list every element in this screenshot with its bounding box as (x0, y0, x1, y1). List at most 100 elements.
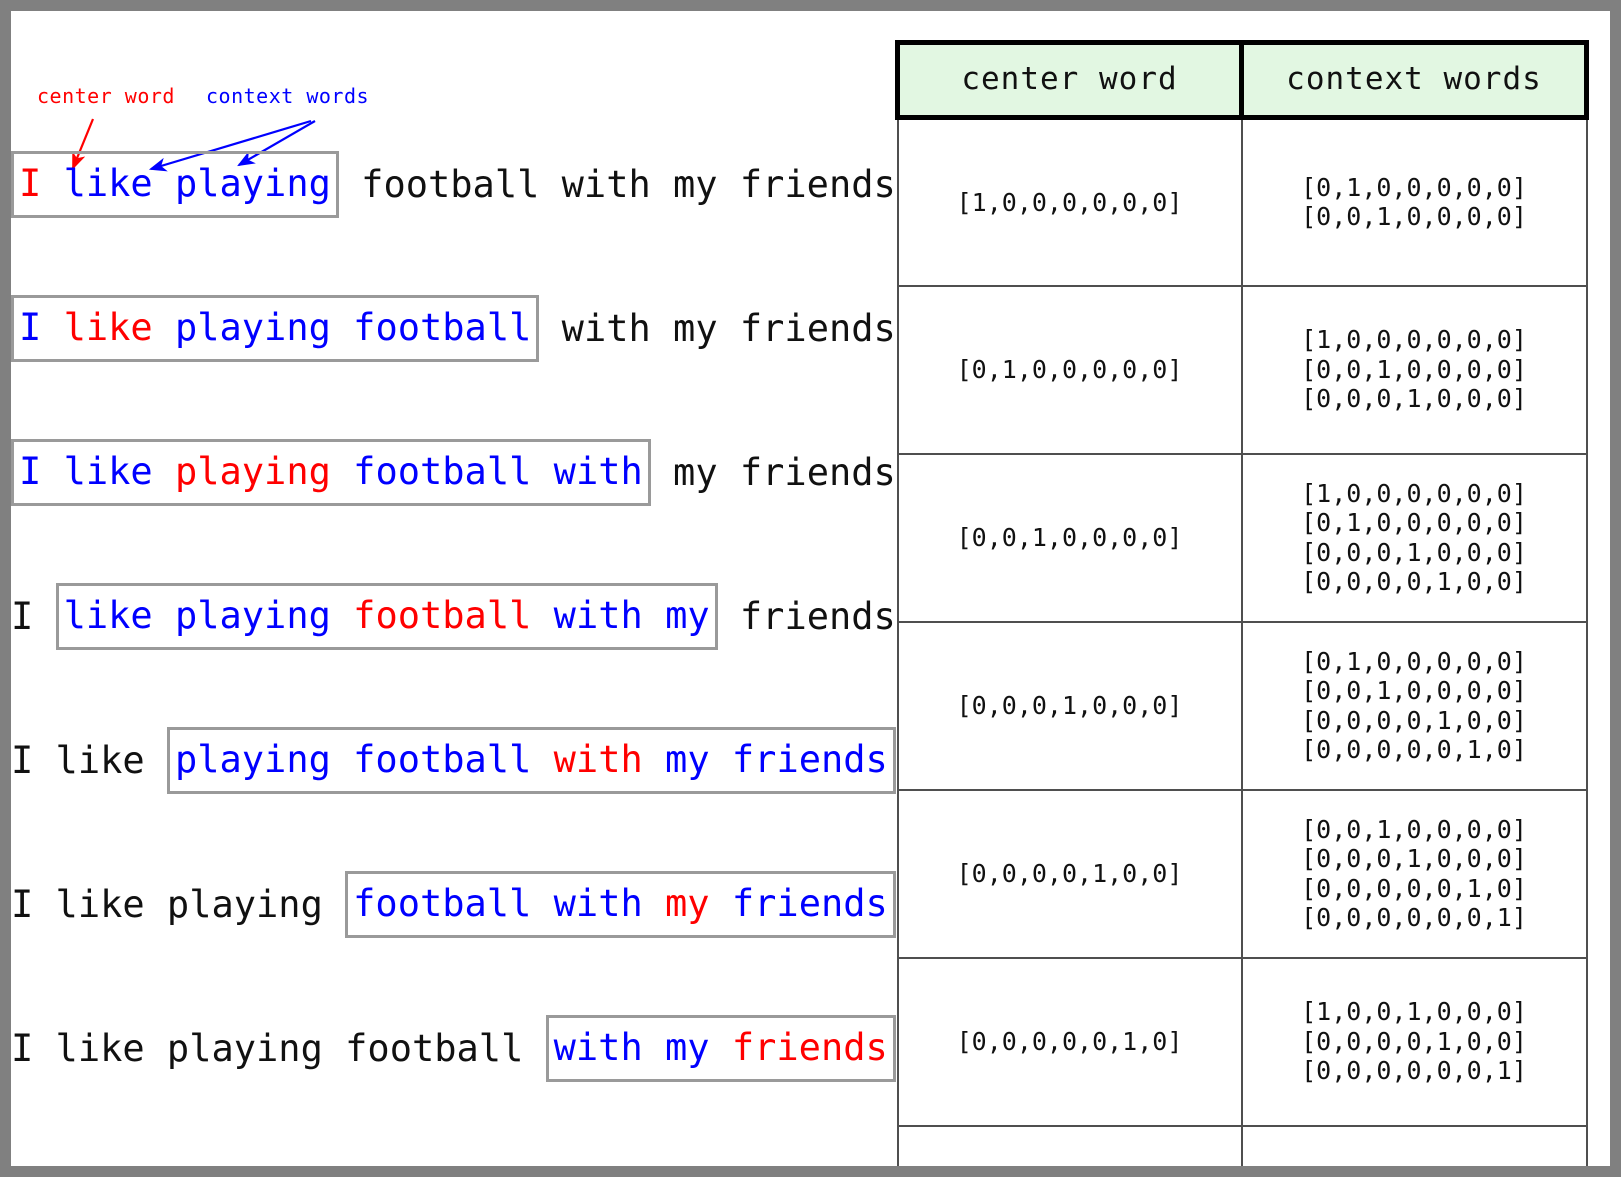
table-body: [1,0,0,0,0,0,0] [0,1,0,0,0,0,0] [0,0,1,0,0… (896, 116, 1588, 1166)
context-word-token: football (353, 449, 532, 493)
context-vector-line: [0,0,0,0,0,0,1] (1301, 903, 1527, 932)
context-vector-line: [0,0,1,0,0,0,0] (1301, 814, 1527, 844)
context-words-vector-cell: [0,1,0,0,0,0,0] [0,0,1,0,0,0,0] (1240, 116, 1588, 287)
context-word-token: my (665, 1025, 710, 1069)
center-word-vector-cell: [0,1,0,0,0,0,0] (896, 284, 1243, 455)
center-word-vector-cell: [0,0,0,0,1,0,0] (896, 788, 1243, 959)
sentence-row: I like playing football with my friends (11, 726, 896, 794)
center-word-vector-cell: [1,0,0,0,0,0,0] (896, 116, 1243, 287)
table-row: [0,0,0,0,1,0,0] [0,0,1,0,0,0,0] [0,0,0,1,0… (896, 788, 1588, 959)
center-word-vector-cell: [0,0,0,1,0,0,0] (896, 620, 1243, 791)
context-word-token: like (63, 449, 153, 493)
context-vector-line: [1,0,0,1,0,0,0] (1301, 997, 1527, 1027)
context-vector-line: [0,0,0,1,0,0,0] (1301, 384, 1527, 414)
context-vector-line: [1,0,0,0,0,0,0] (1301, 325, 1527, 355)
context-vector-line: [0,0,0,0,0,0,1] (1301, 1056, 1527, 1086)
context-word-token: with (553, 449, 643, 493)
context-vector-line: [1,0,0,0,0,0,0] (1301, 478, 1527, 508)
sentence-suffix-text: football with my friends (338, 162, 896, 206)
context-word-token: I (19, 305, 42, 349)
context-word-token: I (19, 449, 42, 493)
sentence-row: I like playing football with my friends (11, 1014, 896, 1082)
sentence-row: I like playing football with my friends (11, 438, 896, 506)
onehot-vector-table: center word context words [1,0,0,0,0,0,0… (895, 40, 1589, 1166)
sentence-suffix-text: friends (717, 594, 896, 638)
sentence-row-inner: I like playing football with my friends (11, 726, 896, 794)
context-word-token: my (665, 593, 710, 637)
context-window-box: football with my friends (345, 870, 896, 938)
context-window-box: like playing football with my (55, 582, 718, 650)
sentence-prefix-text: I like playing (11, 882, 346, 926)
center-word-token: I (19, 161, 42, 205)
context-vector-line: [0,0,0,0,1,0,0] (1301, 705, 1527, 735)
sentence-row-inner: I like playing football with my friends (11, 438, 896, 506)
context-words-vector-cell: [0,1,0,0,0,0,0] [0,0,1,0,0,0,0] [0,0,0,0,1… (1240, 620, 1588, 791)
table-row: [0,0,0,1,0,0,0] [0,1,0,0,0,0,0] [0,0,1,0,0… (896, 620, 1588, 791)
context-word-token: football (353, 881, 532, 925)
table-row: [1,0,0,0,0,0,0] [0,1,0,0,0,0,0] [0,0,1,0,0… (896, 116, 1588, 287)
context-words-annotation-label: context words (206, 84, 370, 108)
sentence-row-inner: I like playing football with my friends (11, 870, 896, 938)
sentence-prefix-text: I like playing football (11, 1026, 546, 1070)
context-word-token: my (665, 737, 710, 781)
context-words-vector-cell: [0,0,1,0,0,0,0] [0,0,0,1,0,0,0] [0,0,0,0,0… (1240, 788, 1588, 959)
context-vector-line: [0,0,1,0,0,0,0] (1301, 676, 1527, 705)
context-word-token: playing (174, 161, 331, 205)
center-word-annotation-label: center word (37, 84, 175, 108)
table-row: [0,0,0,0,0,0,1][0,0,0,0,1,0,0][0,0,0,0,0… (896, 1124, 1588, 1166)
context-vector-line: [0,0,0,1,0,0,0] (1301, 537, 1527, 567)
context-vector-line: [0,0,1,0,0,0,0] (1301, 202, 1527, 232)
context-word-token: friends (731, 737, 888, 781)
context-word-token: with (553, 1025, 643, 1069)
context-vector-line: [0,1,0,0,0,0,0] (1301, 646, 1527, 676)
context-word-token: playing (174, 305, 331, 349)
figure-page: center word context words I like playing… (11, 11, 1610, 1166)
sentence-row: I like playing football with my friends (11, 582, 896, 650)
context-vector-line: [0,0,0,0,1,0,0] (1301, 1026, 1527, 1056)
context-window-box: I like playing football with (11, 438, 651, 506)
context-word-token: like (63, 161, 153, 205)
sentence-row-inner: I like playing football with my friends (11, 294, 896, 362)
sentence-suffix-text: with my friends (539, 306, 896, 350)
center-word-vector-cell: [0,0,0,0,0,0,1] (896, 1124, 1243, 1166)
context-word-token: like (63, 593, 153, 637)
context-words-vector-cell: [1,0,0,0,0,0,0] [0,1,0,0,0,0,0] [0,0,0,1,0… (1240, 452, 1588, 623)
context-window-box: I like playing football (11, 294, 540, 362)
sentence-windows-panel: center word context words I like playing… (11, 11, 896, 1166)
context-vector-line: [0,0,0,0,0,1,0] (1301, 873, 1527, 903)
sentence-prefix-text: I like (11, 738, 167, 782)
context-window-box: with my friends (545, 1014, 896, 1082)
context-word-token: football (353, 737, 532, 781)
context-word-token: playing (174, 593, 331, 637)
context-vector-line: [0,0,0,1,0,0,0] (1301, 844, 1527, 873)
table-row: [0,1,0,0,0,0,0] [1,0,0,0,0,0,0] [0,0,1,0,0… (896, 284, 1588, 455)
context-vector-line: [0,0,1,0,0,0,0] (1301, 354, 1527, 384)
table-head: center word context words (895, 40, 1589, 120)
sentence-prefix-text: I (11, 594, 56, 638)
center-word-vector-cell: [0,0,1,0,0,0,0] (896, 452, 1243, 623)
context-word-token: with (553, 593, 643, 637)
table-header-row: center word context words (895, 40, 1589, 120)
sentence-suffix-text: my friends (650, 450, 896, 494)
context-window-box: playing football with my friends (166, 726, 896, 794)
onehot-vector-table-wrap: center word context words [1,0,0,0,0,0,0… (895, 40, 1589, 1166)
center-word-vector-cell: [0,0,0,0,0,1,0] (896, 956, 1243, 1127)
context-vector-line: [0,1,0,0,0,0,0] (1301, 508, 1527, 537)
context-words-vector-cell: [1,0,0,1,0,0,0] [0,0,0,0,1,0,0] [0,0,0,0,0… (1240, 956, 1588, 1127)
